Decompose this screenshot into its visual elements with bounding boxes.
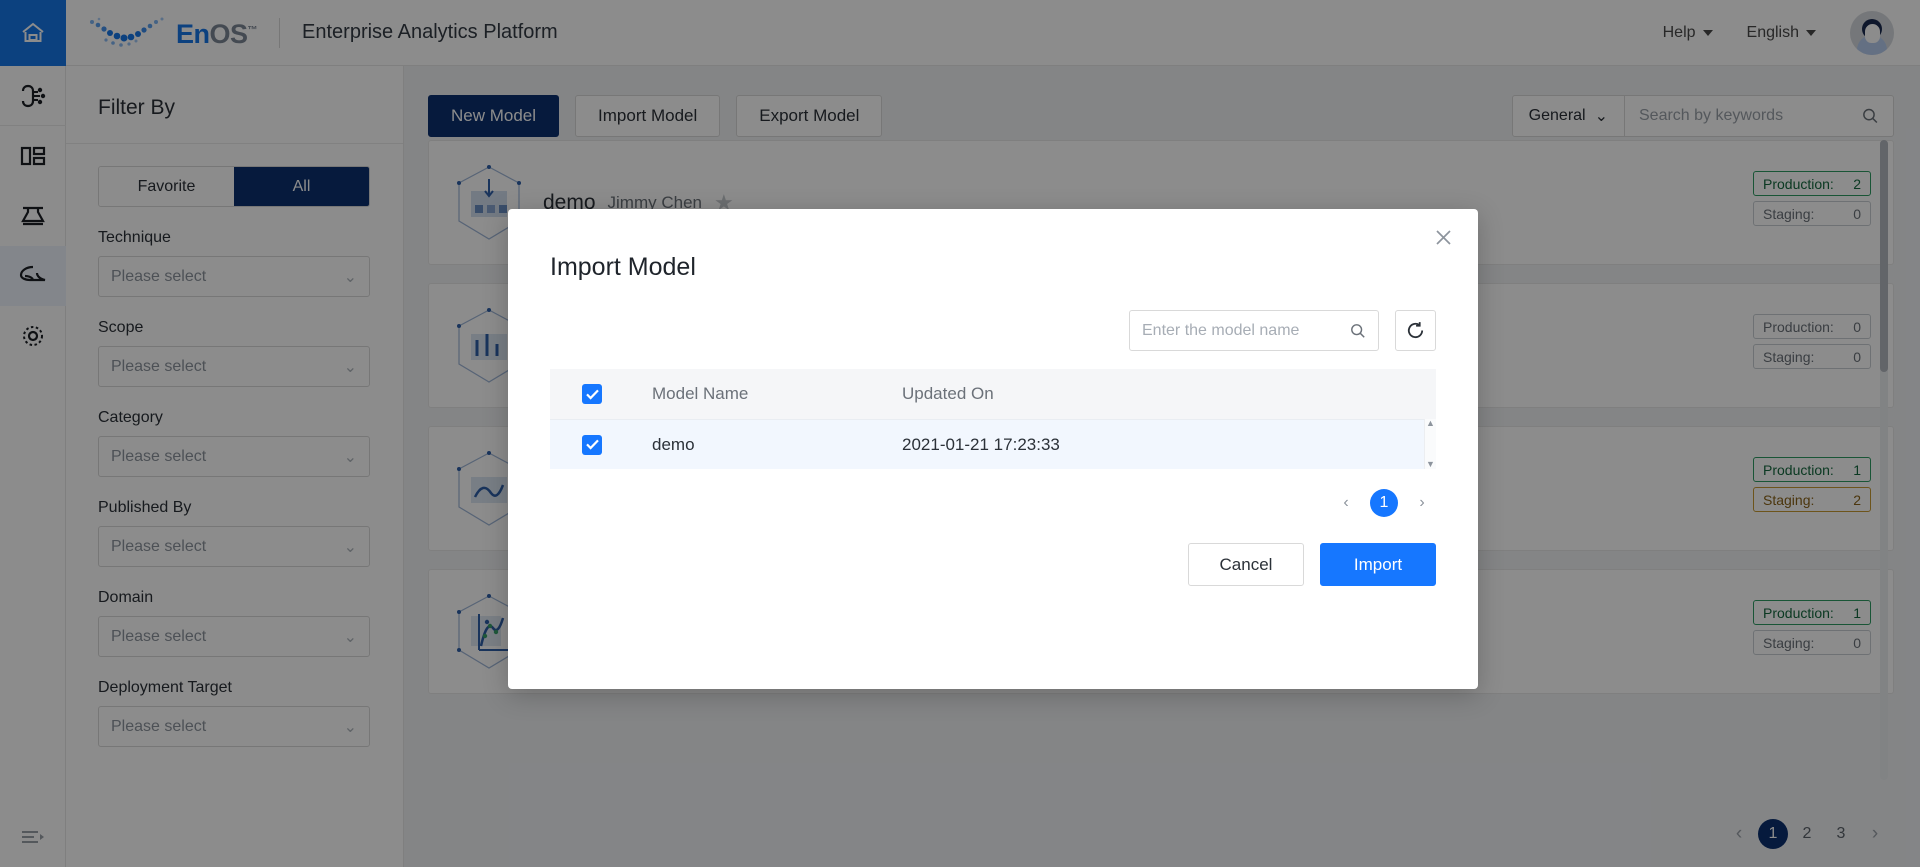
refresh-icon [1407,322,1424,339]
check-icon [585,439,599,450]
table-scrollbar[interactable]: ▲ ▼ [1424,419,1436,469]
import-button[interactable]: Import [1320,543,1436,586]
model-name-input[interactable] [1142,321,1350,340]
dialog-pagination-prev[interactable]: ‹ [1332,489,1360,517]
dialog-tools [508,282,1478,351]
scroll-down-icon[interactable]: ▼ [1426,460,1435,469]
close-button[interactable] [1430,227,1456,253]
scroll-up-icon[interactable]: ▲ [1426,419,1435,428]
dialog-title: Import Model [550,253,696,281]
model-name-search [1129,310,1379,351]
import-model-dialog: Import Model Enter the model name Model … [508,209,1478,689]
cell-model-name: demo [652,434,695,454]
close-icon [1435,230,1451,245]
dialog-pagination-page-1[interactable]: 1 [1370,489,1398,517]
column-header-updated-on: Updated On [902,384,994,403]
dialog-pagination-next[interactable]: › [1408,489,1436,517]
search-icon[interactable] [1350,323,1366,339]
dialog-actions: Cancel Import [508,517,1478,586]
row-checkbox[interactable] [582,434,602,455]
app-root: EnOS™ Enterprise Analytics Platform Help… [0,0,1920,867]
cell-updated-on: 2021-01-21 17:23:33 [902,434,1060,454]
table-header-row: Model Name Updated On [550,369,1436,419]
table-row[interactable]: demo 2021-01-21 17:23:33 [550,419,1436,469]
dialog-pagination: ‹ 1 › [508,469,1478,517]
select-all-checkbox[interactable] [582,384,602,404]
check-icon [585,389,599,400]
model-table: Model Name Updated On demo 2021-01-21 17… [550,369,1436,469]
column-header-model-name: Model Name [652,384,749,403]
refresh-button[interactable] [1395,310,1436,351]
cancel-button[interactable]: Cancel [1188,543,1304,586]
